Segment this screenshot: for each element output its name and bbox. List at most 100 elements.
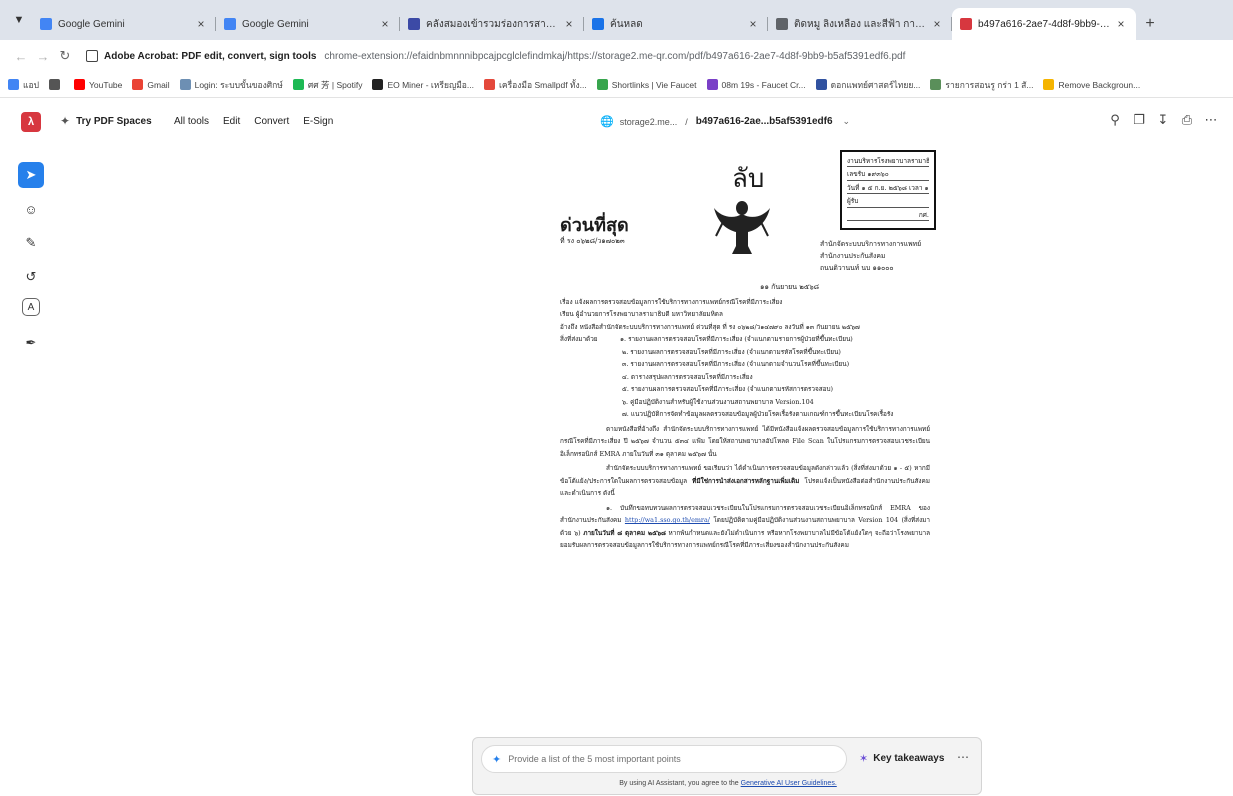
bookmark-label: Remove Backgroun...: [1058, 79, 1141, 90]
spaces-icon: ✦: [60, 114, 71, 128]
acrobat-icon: [960, 18, 972, 30]
close-tab-icon[interactable]: ×: [194, 17, 208, 31]
ai-guidelines-link[interactable]: Generative AI User Guidelines.: [741, 780, 837, 787]
bookmark-item[interactable]: YouTube: [73, 79, 122, 90]
document-number: ที่ รง ๐๖๒๘/ว๑๗๐๒๓: [560, 237, 625, 245]
paragraph-3: ๑. บันทึกขอทบทวนผลการตรวจสอบเวชระเบียนใน…: [560, 502, 930, 552]
enclosure-item: ๑. รายงานผลการตรวจสอบโรคที่มีภาระเสี่ยง …: [620, 335, 853, 344]
close-tab-icon[interactable]: ×: [1114, 17, 1128, 31]
stamp-line: วันที่ ๑ ๕ ก.ย. ๒๕๖๘ เวลา ๑๔.๒๑น.: [847, 183, 929, 195]
pen-icon[interactable]: ✎: [18, 230, 44, 256]
tab-title: Google Gemini: [58, 18, 125, 30]
bookmark-label: Shortlinks | Vie Faucet: [611, 79, 697, 90]
bookmark-favicon-icon: [292, 79, 304, 90]
bookmark-item[interactable]: เครื่องมือ Smallpdf ทั้ง...: [484, 78, 587, 92]
bookmark-label: Gmail: [147, 79, 170, 90]
bookmark-item[interactable]: EO Miner - เหรียญมือ...: [372, 78, 474, 92]
bookmark-item[interactable]: แอป: [8, 78, 39, 92]
print-icon[interactable]: ⎙: [1175, 112, 1199, 128]
forward-icon[interactable]: →: [32, 49, 54, 64]
bookmark-favicon-icon: [48, 79, 60, 90]
bookmark-item[interactable]: ศศ 芳 | Spotify: [292, 78, 363, 92]
doc-icon: [408, 18, 420, 30]
bookmark-favicon-icon: [1043, 79, 1055, 90]
acrobat-menu: All tools Edit Convert E-Sign: [174, 116, 347, 127]
acrobat-logo-icon[interactable]: λ: [21, 112, 41, 132]
bookmark-label: รายการสอนรู กร่า 1 สั...: [945, 79, 1034, 90]
bookmark-item[interactable]: Remove Backgroun...: [1043, 79, 1140, 90]
fill-sign-icon[interactable]: ✒: [18, 330, 44, 356]
ai-prompt-input[interactable]: ✦ Provide a list of the 5 most important…: [481, 745, 847, 773]
bookmark-item[interactable]: Gmail: [132, 79, 170, 90]
stamp-line: เลขรับ ๑๙๓๖๐: [847, 169, 929, 181]
extension-icon: [86, 50, 98, 62]
menu-edit[interactable]: Edit: [223, 116, 240, 127]
chevron-down-icon[interactable]: ⌄: [843, 116, 851, 127]
browser-tab[interactable]: ติดหมู ลิงเหลือง และสีฟ้า การ์ตูน น่ารัก…: [768, 8, 952, 40]
pdf-page: ลับ งานบริหารโรงพยาบาลรามาธิบดี เลขรับ ๑…: [560, 150, 940, 620]
bookmark-label: ดอกแพทย์ศาสตร์ไทยย...: [830, 79, 921, 90]
text-box-icon[interactable]: A: [22, 298, 40, 316]
sender-line: สำนักงานประกันสังคม: [820, 252, 886, 261]
bookmark-item[interactable]: ดอกแพทย์ศาสตร์ไทยย...: [815, 78, 921, 92]
browser-tab[interactable]: คลังสมองเข้ารวมร่องการสามชน์ไป×: [400, 8, 584, 40]
reference-line: อ้างถึง หนังสือสำนักจัดระบบบริการทางการแ…: [560, 322, 860, 331]
tool-rail: ➤ ☺ ✎ ↺ A ✒: [18, 162, 48, 364]
download-icon[interactable]: ↧: [1151, 112, 1175, 128]
paragraph-1: ตามหนังสือที่อ้างถึง สำนักจัดระบบบริการท…: [560, 424, 930, 458]
menu-e-sign[interactable]: E-Sign: [303, 116, 333, 127]
deadline-bold: ภายในวันที่ ๘ ตุลาคม ๒๕๖๘: [583, 528, 666, 537]
globe-icon: 🌐: [600, 116, 614, 128]
bookmark-item[interactable]: Login: ระบบขั้นของศิกษ์: [179, 78, 283, 92]
paragraph-2-bold: ที่มีใช่การนำส่งเอกสารหลักฐานเพิ่มเติม: [692, 476, 800, 485]
enclosure-item: ๗. แนวปฏิบัติการจัดทำข้อมูลผลตรวจสอบข้อม…: [622, 410, 894, 419]
tab-search-chevron-icon[interactable]: ▼: [6, 6, 32, 34]
page-view-icon[interactable]: ❐: [1127, 112, 1151, 128]
ai-more-options-icon[interactable]: ⋯: [957, 750, 969, 764]
more-options-icon[interactable]: ⋯: [1199, 112, 1223, 128]
bookmark-label: ศศ 芳 | Spotify: [307, 79, 363, 90]
close-tab-icon[interactable]: ×: [378, 17, 392, 31]
bookmark-item[interactable]: [48, 79, 64, 90]
menu-all-tools[interactable]: All tools: [174, 116, 209, 127]
search-icon[interactable]: ⚲: [1103, 112, 1127, 128]
browser-tab[interactable]: Google Gemini ×: [216, 8, 400, 40]
bookmark-label: แอป: [23, 79, 39, 90]
bookmark-item[interactable]: 08m 19s - Faucet Cr...: [706, 79, 806, 90]
close-tab-icon[interactable]: ×: [930, 17, 944, 31]
browser-tab[interactable]: Google Gemini ×: [32, 8, 216, 40]
close-tab-icon[interactable]: ×: [746, 17, 760, 31]
back-icon[interactable]: ←: [10, 49, 32, 64]
bookmark-favicon-icon: [484, 79, 495, 90]
enclosure-item: ๕. รายงานผลการตรวจสอบโรคที่มีภาระเสี่ยง …: [622, 385, 833, 394]
bookmark-favicon-icon: [8, 79, 19, 90]
ai-disclaimer-text: By using AI Assistant, you agree to the: [619, 780, 739, 787]
ai-assistant-panel: ✦ Provide a list of the 5 most important…: [472, 737, 982, 795]
menu-convert[interactable]: Convert: [254, 116, 289, 127]
sender-address: สำนักจัดระบบบริการทางการแพทย์ สำนักงานปร…: [820, 238, 921, 275]
key-takeaways-icon: ✶: [859, 753, 869, 765]
browser-tab[interactable]: ค้นหลด ×: [584, 8, 768, 40]
document-path[interactable]: 🌐 storage2.me... / b497a616-2ae...b5af53…: [600, 115, 850, 128]
bookmark-favicon-icon: [132, 79, 144, 90]
url-text[interactable]: chrome-extension://efaidnbmnnnibpcajpcgl…: [324, 51, 905, 62]
image-icon: [776, 18, 788, 30]
recipient-line: เรียน ผู้อำนวยการโรงพยาบาลรามาธิบดี มหาว…: [560, 310, 723, 319]
omnibox[interactable]: Adobe Acrobat: PDF edit, convert, sign t…: [86, 50, 905, 62]
new-tab-button[interactable]: +: [1136, 8, 1164, 40]
bookmark-item[interactable]: Shortlinks | Vie Faucet: [596, 79, 697, 90]
comment-icon[interactable]: ☺: [18, 196, 44, 222]
gemini-icon: [40, 18, 52, 30]
file-name: b497a616-2ae...b5af5391edf6: [695, 116, 833, 127]
close-tab-icon[interactable]: ×: [562, 17, 576, 31]
try-pdf-spaces-button[interactable]: ✦ Try PDF Spaces: [60, 114, 152, 128]
emra-link[interactable]: http://wa1.sso.go.th/emra/: [625, 516, 710, 524]
lasso-icon[interactable]: ↺: [18, 264, 44, 290]
key-takeaways-button[interactable]: ✶ Key takeaways: [859, 752, 944, 765]
reload-icon[interactable]: ↻: [54, 48, 76, 64]
select-icon[interactable]: ➤: [18, 162, 44, 188]
browser-tab[interactable]: b497a616-2ae7-4d8f-9bb9-b5... ×: [952, 8, 1136, 40]
bookmark-item[interactable]: รายการสอนรู กร่า 1 สั...: [930, 78, 1033, 92]
stamp-line: งานบริหารโรงพยาบาลรามาธิบดี: [847, 156, 929, 168]
tab-title: Google Gemini: [242, 18, 309, 30]
